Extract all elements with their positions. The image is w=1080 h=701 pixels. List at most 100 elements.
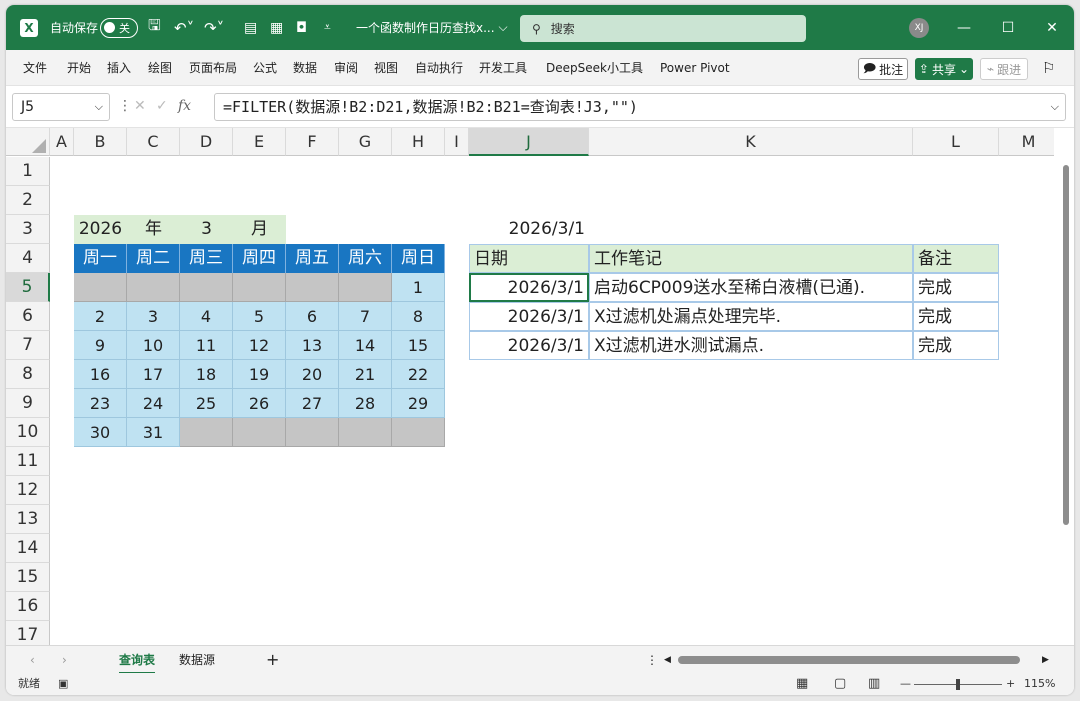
row-header-15[interactable]: 15 — [6, 563, 50, 592]
row-header-5[interactable]: 5 — [6, 273, 50, 302]
column-header-c[interactable]: C — [127, 128, 180, 156]
calendar-day[interactable]: 1 — [392, 273, 445, 302]
row-header-13[interactable]: 13 — [6, 505, 50, 534]
share-button[interactable]: ⇪ 共享 ⌄ — [915, 58, 973, 80]
calendar-day[interactable]: 4 — [180, 302, 233, 331]
calendar-day[interactable]: 19 — [233, 360, 286, 389]
add-sheet-button[interactable]: + — [266, 646, 279, 674]
calendar-day[interactable]: 27 — [286, 389, 339, 418]
calendar-day[interactable]: 3 — [127, 302, 180, 331]
search-box[interactable]: ⚲ 搜索 — [520, 15, 806, 42]
calendar-day[interactable]: 6 — [286, 302, 339, 331]
table-cell-note[interactable]: X过滤机进水测试漏点. — [589, 331, 913, 360]
calendar-empty-cell[interactable] — [127, 273, 180, 302]
calendar-day[interactable]: 8 — [392, 302, 445, 331]
calendar-day[interactable]: 26 — [233, 389, 286, 418]
table-cell-date[interactable]: 2026/3/1 — [469, 331, 589, 360]
zoom-out-icon[interactable]: — — [900, 673, 911, 695]
calendar-day[interactable]: 15 — [392, 331, 445, 360]
menu-insert[interactable]: 插入 — [107, 50, 131, 86]
calendar-month[interactable]: 3 — [180, 215, 233, 244]
name-box[interactable]: J5 ⌵ — [12, 93, 110, 121]
undo-icon[interactable]: ↶˅ — [174, 5, 194, 50]
menu-draw[interactable]: 绘图 — [148, 50, 172, 86]
autosave-toggle[interactable]: 关 — [100, 5, 138, 50]
weekday-header[interactable]: 周四 — [233, 244, 286, 273]
calendar-day[interactable]: 7 — [339, 302, 392, 331]
print-preview-icon[interactable]: ▤ — [244, 5, 257, 50]
zoom-in-icon[interactable]: + — [1006, 673, 1015, 695]
worksheet-grid[interactable]: ABCDEFGHIJKLM 1 2 3 4 5 6 7 8 9 10 11 12 13 14 15 16 17 … — [6, 128, 1054, 645]
menu-data[interactable]: 数据 — [293, 50, 317, 86]
maximize-button[interactable]: ☐ — [986, 5, 1030, 50]
menu-formulas[interactable]: 公式 — [253, 50, 277, 86]
row-header-6[interactable]: 6 — [6, 302, 50, 331]
save-icon[interactable]: 🖫 — [148, 5, 161, 50]
weekday-header[interactable]: 周日 — [392, 244, 445, 273]
menu-developer[interactable]: 开发工具 — [479, 50, 527, 86]
calendar-day[interactable]: 29 — [392, 389, 445, 418]
calendar-day[interactable]: 13 — [286, 331, 339, 360]
calendar-day[interactable]: 11 — [180, 331, 233, 360]
table-cell-remark[interactable]: 完成 — [913, 331, 999, 360]
page-break-view-icon[interactable]: ▥ — [868, 673, 880, 695]
calendar-day[interactable]: 9 — [74, 331, 127, 360]
scroll-left-icon[interactable]: ◀ — [664, 646, 671, 674]
cancel-icon[interactable]: ✕ — [134, 98, 146, 114]
row-header-3[interactable]: 3 — [6, 215, 50, 244]
row-header-14[interactable]: 14 — [6, 534, 50, 563]
calendar-day[interactable]: 31 — [127, 418, 180, 447]
column-header-b[interactable]: B — [74, 128, 127, 156]
copilot-icon[interactable]: ⚐ — [1042, 50, 1055, 86]
calendar-day[interactable]: 10 — [127, 331, 180, 360]
column-header-m[interactable]: M — [999, 128, 1054, 156]
menu-file[interactable]: 文件 — [23, 50, 47, 86]
calendar-day[interactable]: 18 — [180, 360, 233, 389]
row-header-2[interactable]: 2 — [6, 186, 50, 215]
menu-power-pivot[interactable]: Power Pivot — [660, 50, 730, 86]
table-cell-date[interactable]: 2026/3/1 — [469, 273, 589, 302]
close-button[interactable]: ✕ — [1030, 5, 1074, 50]
menu-deepseek[interactable]: DeepSeek小工具 — [546, 50, 643, 86]
calendar-empty-cell[interactable] — [233, 273, 286, 302]
enter-icon[interactable]: ✓ — [156, 98, 168, 114]
formula-input[interactable]: =FILTER(数据源!B2:D21,数据源!B2:B21=查询表!J3,"")… — [214, 93, 1066, 121]
weekday-header[interactable]: 周六 — [339, 244, 392, 273]
table-header-date[interactable]: 日期 — [469, 244, 589, 273]
row-header-11[interactable]: 11 — [6, 447, 50, 476]
calendar-month-unit[interactable]: 月 — [233, 215, 286, 244]
menu-page-layout[interactable]: 页面布局 — [189, 50, 237, 86]
column-header-l[interactable]: L — [913, 128, 999, 156]
row-header-10[interactable]: 10 — [6, 418, 50, 447]
column-header-i[interactable]: I — [445, 128, 469, 156]
column-header-f[interactable]: F — [286, 128, 339, 156]
column-header-j[interactable]: J — [469, 128, 589, 156]
menu-automate[interactable]: 自动执行 — [415, 50, 463, 86]
minimize-button[interactable]: — — [942, 5, 986, 50]
menu-review[interactable]: 审阅 — [334, 50, 358, 86]
scroll-right-icon[interactable]: ▶ — [1042, 646, 1049, 674]
avatar[interactable]: XJ — [909, 18, 929, 38]
column-header-k[interactable]: K — [589, 128, 913, 156]
row-header-17[interactable]: 17 — [6, 621, 50, 645]
calendar-day[interactable]: 14 — [339, 331, 392, 360]
calendar-day[interactable]: 25 — [180, 389, 233, 418]
row-header-9[interactable]: 9 — [6, 389, 50, 418]
calendar-year-unit[interactable]: 年 — [127, 215, 180, 244]
calendar-empty-cell[interactable] — [180, 273, 233, 302]
customize-toolbar-icon[interactable]: ⩡ — [324, 5, 331, 50]
calendar-empty-cell[interactable] — [74, 273, 127, 302]
horizontal-scrollbar[interactable] — [678, 656, 1020, 664]
accessibility-icon[interactable]: ▣ — [58, 673, 68, 695]
sheet-tab-source[interactable]: 数据源 — [179, 646, 215, 674]
sheet-tab-query[interactable]: 查询表 — [119, 646, 156, 674]
calendar-day[interactable]: 20 — [286, 360, 339, 389]
column-header-e[interactable]: E — [233, 128, 286, 156]
calendar-day[interactable]: 17 — [127, 360, 180, 389]
calendar-year[interactable]: 2026 — [74, 215, 127, 244]
column-header-h[interactable]: H — [392, 128, 445, 156]
column-header-d[interactable]: D — [180, 128, 233, 156]
row-header-8[interactable]: 8 — [6, 360, 50, 389]
table-header-note[interactable]: 工作笔记 — [589, 244, 913, 273]
row-header-12[interactable]: 12 — [6, 476, 50, 505]
